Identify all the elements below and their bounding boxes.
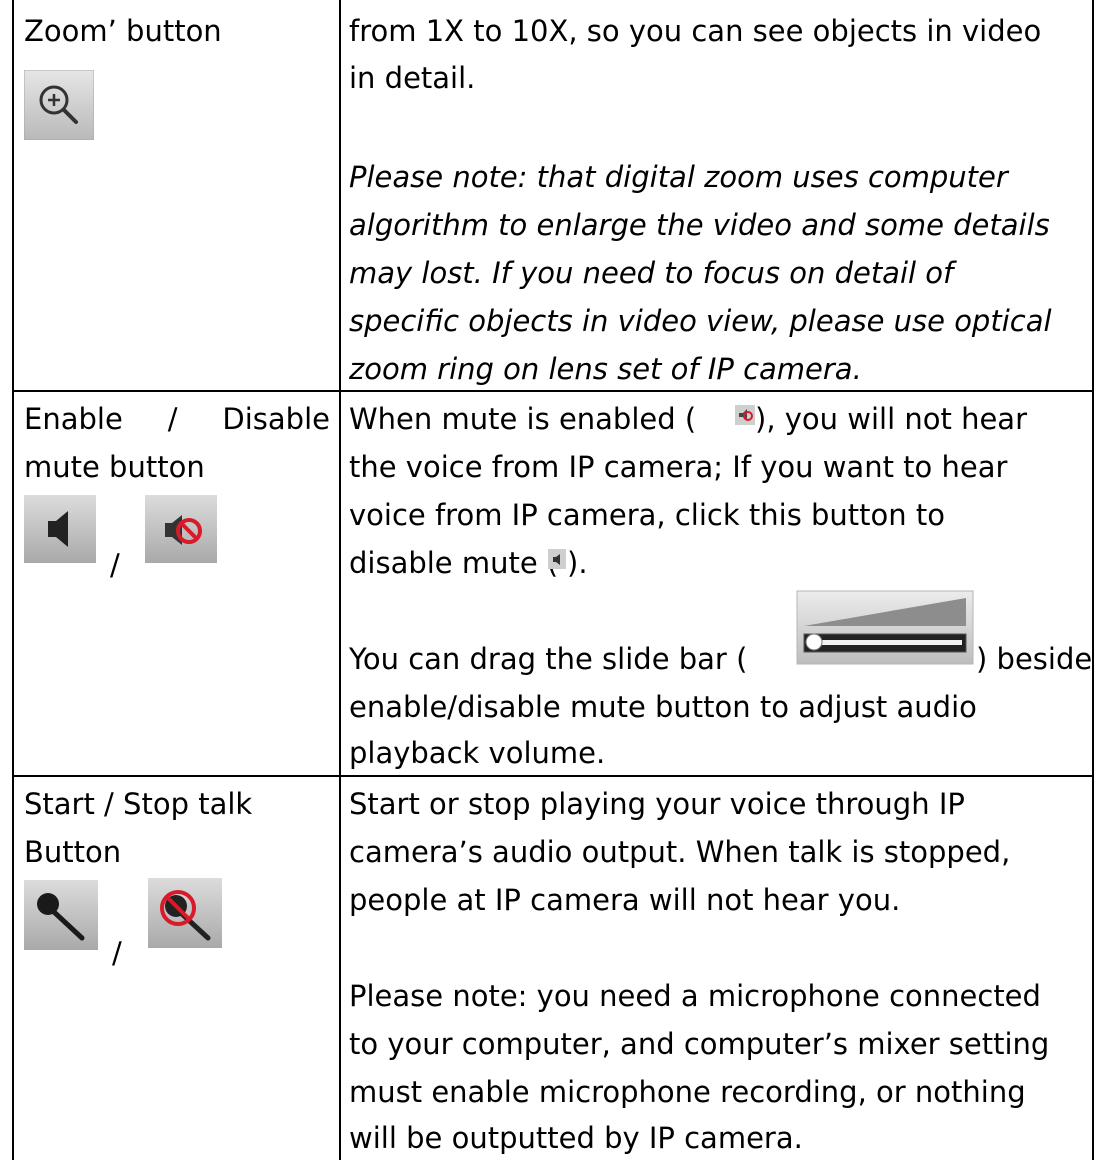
speaker-inline-icon [548, 549, 566, 573]
zoom-note-line3: may lost. If you need to focus on detail… [349, 256, 954, 290]
zoom-note-line1: Please note: that digital zoom uses comp… [349, 160, 1008, 194]
talk-desc-line2: camera’s audio output. When talk is stop… [349, 835, 1011, 869]
zoom-note-line4: specific objects in video view, please u… [349, 304, 1052, 338]
mute-slide-line3: playback volume. [349, 736, 606, 770]
table-border-right [1092, 0, 1094, 1160]
mute-label-word1: Enable [24, 402, 123, 436]
mute-desc-line4-b: ). [567, 546, 588, 580]
mute-slide-line1-a: You can drag the slide bar ( [349, 642, 748, 676]
talk-note-line3: must enable microphone recording, or not… [349, 1075, 1026, 1109]
microphone-icon[interactable] [24, 880, 98, 950]
mute-label-line1: Enable / Disable [24, 396, 330, 442]
mute-desc-line1-b: ), you will not hear [755, 402, 1027, 436]
speaker-icon[interactable] [24, 495, 96, 563]
table-column-divider [339, 0, 341, 1160]
muted-speaker-icon[interactable] [145, 495, 217, 563]
muted-microphone-icon[interactable] [148, 878, 222, 948]
mute-label-line2: mute button [24, 450, 205, 484]
talk-label-line2: Button [24, 835, 122, 869]
mute-icon-separator: / [110, 548, 120, 582]
talk-icon-separator: / [112, 936, 122, 970]
zoom-desc-line2: in detail. [349, 61, 476, 95]
mute-desc-line3: voice from IP camera, click this button … [349, 498, 946, 532]
mute-desc-line4-a: disable mute ( [349, 546, 559, 580]
mute-desc-line1-a: When mute is enabled ( [349, 402, 697, 436]
muted-speaker-inline-icon [735, 405, 755, 429]
mute-slide-line2: enable/disable mute button to adjust aud… [349, 690, 977, 724]
talk-desc-line1: Start or stop playing your voice through… [349, 787, 965, 821]
zoom-note-line2: algorithm to enlarge the video and some … [349, 208, 1050, 242]
zoom-label: Zoom’ button [24, 14, 222, 48]
zoom-desc-line1: from 1X to 10X, so you can see objects i… [349, 14, 1042, 48]
mute-label-word2: / [167, 402, 178, 436]
talk-label-line1: Start / Stop talk [24, 787, 253, 821]
talk-note-line1: Please note: you need a microphone conne… [349, 979, 1041, 1013]
mute-label-word3: Disable [222, 402, 330, 436]
zoom-in-icon[interactable] [24, 70, 94, 140]
zoom-note-line5: zoom ring on lens set of IP camera. [349, 352, 862, 386]
talk-note-line2: to your computer, and computer’s mixer s… [349, 1027, 1050, 1061]
mute-slide-line1-b: ) beside [976, 642, 1093, 676]
talk-note-line4: will be outputted by IP camera. [349, 1121, 803, 1155]
table-border-left [12, 0, 14, 1160]
volume-slider-icon [796, 590, 974, 669]
talk-desc-line3: people at IP camera will not hear you. [349, 883, 901, 917]
mute-desc-line2: the voice from IP camera; If you want to… [349, 450, 1008, 484]
